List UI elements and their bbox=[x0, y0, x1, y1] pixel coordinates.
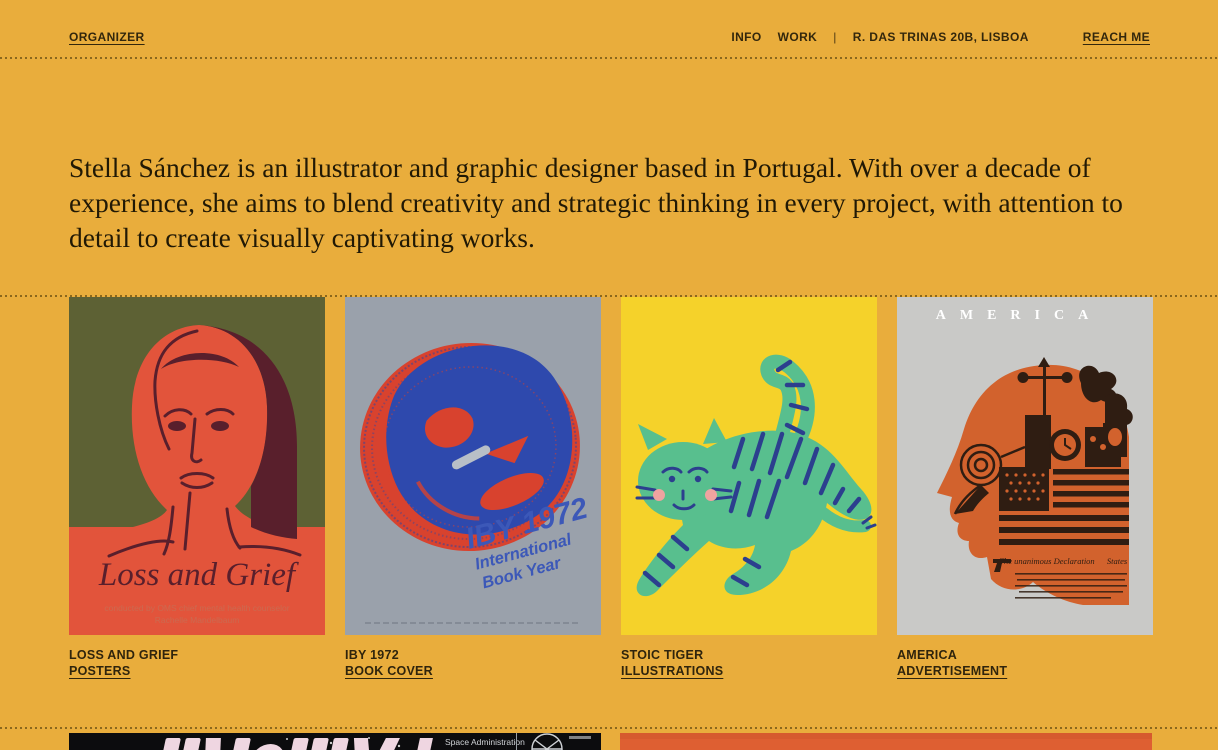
america-artwork: AMERICA bbox=[897, 297, 1153, 635]
project-title: STOIC TIGER bbox=[621, 648, 877, 663]
project-grid-row2: Space Administration bbox=[69, 733, 1152, 750]
main-nav: INFO WORK | R. DAS TRINAS 20B, LISBOA RE… bbox=[731, 30, 1150, 44]
top-navbar: ORGANIZER INFO WORK | R. DAS TRINAS 20B,… bbox=[69, 30, 1150, 44]
poster-title-america: AMERICA bbox=[936, 308, 1102, 323]
loss-and-grief-artwork: Loss and Grief conducted by OMS chief me… bbox=[69, 297, 325, 635]
space-artwork: Space Administration bbox=[69, 733, 601, 750]
stoic-tiger-poster-image[interactable] bbox=[621, 297, 877, 635]
section-divider-top bbox=[0, 57, 1218, 59]
project-category-link[interactable]: POSTERS bbox=[69, 664, 131, 679]
space-poster-image[interactable]: Space Administration bbox=[69, 733, 601, 750]
orange-artwork bbox=[620, 733, 1152, 750]
iby-1972-poster-image[interactable]: IBY 1972 International Book Year bbox=[345, 297, 601, 635]
project-title: AMERICA bbox=[897, 648, 1153, 663]
stoic-tiger-artwork bbox=[621, 297, 877, 635]
nav-divider: | bbox=[833, 30, 837, 44]
space-administration-caption: Space Administration bbox=[445, 737, 525, 747]
orange-poster-image[interactable] bbox=[620, 733, 1152, 750]
poster-credit-line-1: conducted by OMS chief mental health cou… bbox=[104, 603, 289, 613]
loss-and-grief-poster-image[interactable]: Loss and Grief conducted by OMS chief me… bbox=[69, 297, 325, 635]
brand-link[interactable]: ORGANIZER bbox=[69, 30, 145, 44]
section-divider-row2 bbox=[0, 727, 1218, 729]
iby-1972-artwork: IBY 1972 International Book Year bbox=[345, 297, 601, 635]
poster-credit-line-2: Rachelle Mandelbaum bbox=[155, 615, 240, 625]
project-category-link[interactable]: ADVERTISEMENT bbox=[897, 664, 1007, 679]
reach-me-link[interactable]: REACH ME bbox=[1083, 30, 1150, 44]
project-card-america: AMERICA bbox=[897, 297, 1153, 679]
address-text: R. DAS TRINAS 20B, LISBOA bbox=[853, 30, 1029, 44]
project-grid: Loss and Grief conducted by OMS chief me… bbox=[69, 297, 1153, 679]
project-category-link[interactable]: ILLUSTRATIONS bbox=[621, 664, 723, 679]
project-caption: IBY 1972 BOOK COVER bbox=[345, 648, 601, 679]
project-caption: STOIC TIGER ILLUSTRATIONS bbox=[621, 648, 877, 679]
nav-work-link[interactable]: WORK bbox=[778, 30, 818, 44]
project-card-iby-1972: IBY 1972 International Book Year IBY 197… bbox=[345, 297, 601, 679]
project-title: LOSS AND GRIEF bbox=[69, 648, 325, 663]
declaration-heading-text: The unanimous Declaration bbox=[999, 556, 1094, 566]
project-title: IBY 1972 bbox=[345, 648, 601, 663]
nav-info-link[interactable]: INFO bbox=[731, 30, 761, 44]
project-card-loss-and-grief: Loss and Grief conducted by OMS chief me… bbox=[69, 297, 325, 679]
project-card-stoic-tiger: STOIC TIGER ILLUSTRATIONS bbox=[621, 297, 877, 679]
declaration-tail-text: States bbox=[1107, 556, 1128, 566]
portfolio-page: ORGANIZER INFO WORK | R. DAS TRINAS 20B,… bbox=[0, 0, 1218, 750]
project-caption: LOSS AND GRIEF POSTERS bbox=[69, 648, 325, 679]
america-poster-image[interactable]: AMERICA bbox=[897, 297, 1153, 635]
project-caption: AMERICA ADVERTISEMENT bbox=[897, 648, 1153, 679]
project-category-link[interactable]: BOOK COVER bbox=[345, 664, 433, 679]
intro-paragraph: Stella Sánchez is an illustrator and gra… bbox=[69, 150, 1157, 255]
poster-title-loss-and-grief: Loss and Grief bbox=[98, 557, 299, 593]
